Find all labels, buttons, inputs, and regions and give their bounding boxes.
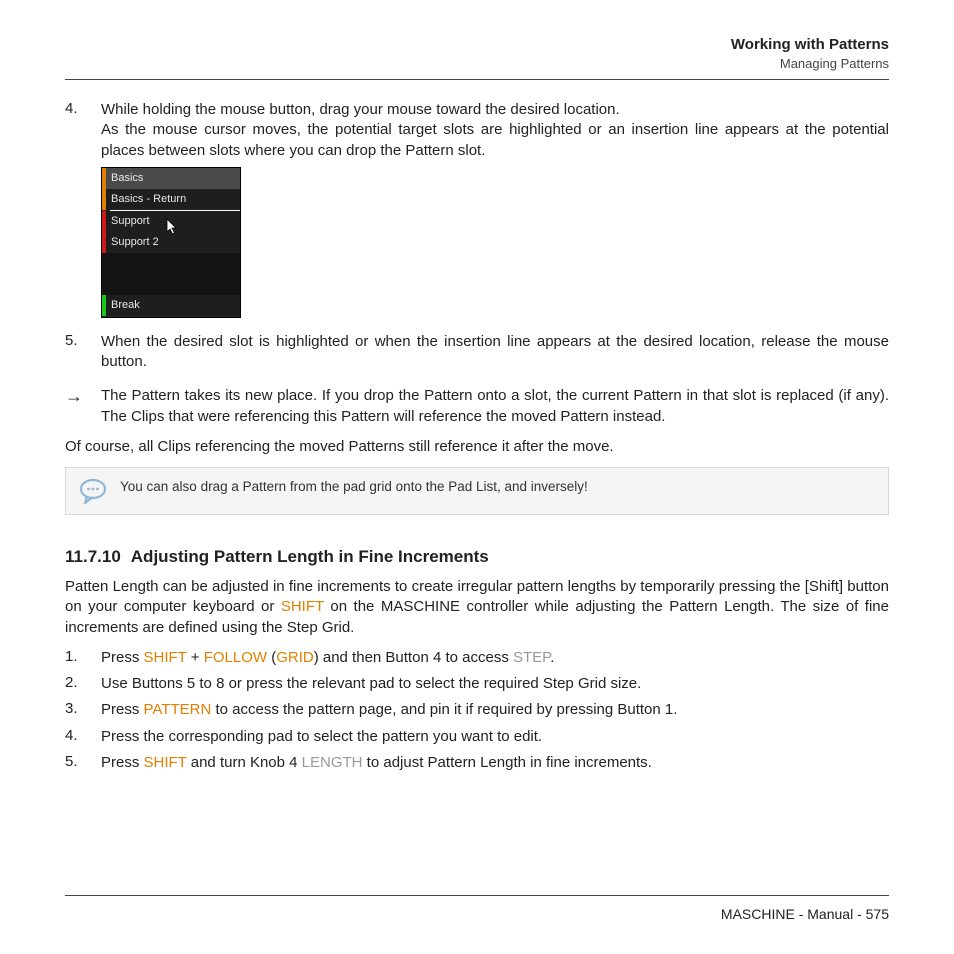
hw-button-grid: GRID [276,649,314,666]
instruction-1: 1. Press SHIFT + FOLLOW (GRID) and then … [65,648,889,668]
display-label-length: LENGTH [302,754,363,771]
text: and turn Knob 4 [187,754,302,771]
instruction-4: 4. Press the corresponding pad to select… [65,727,889,747]
result-text: The Pattern takes its new place. If you … [101,386,889,427]
empty-slot [102,253,240,274]
text: to adjust Pattern Length in fine increme… [363,754,652,771]
step-number: 5. [65,753,101,773]
sentence: While holding the mouse button, drag you… [101,101,620,118]
hw-button-follow: FOLLOW [204,649,267,666]
pattern-slot: Break [102,295,240,316]
slot-label: Support [106,215,150,227]
step-text: Press PATTERN to access the pattern page… [101,700,889,720]
footer-page-number: 575 [866,906,889,922]
footer-doc-type: Manual [807,906,853,922]
footer-product: MASCHINE [721,906,795,922]
slot-label: Basics - Return [106,193,186,205]
section-heading: 11.7.10 Adjusting Pattern Length in Fine… [65,547,889,567]
section-intro: Patten Length can be adjusted in fine in… [65,577,889,638]
header-chapter-title: Working with Patterns [65,36,889,53]
tip-box: You can also drag a Pattern from the pad… [65,467,889,515]
step-text: When the desired slot is highlighted or … [101,332,889,373]
sentence: As the mouse cursor moves, the potential… [101,121,889,158]
step-number: 2. [65,674,101,694]
text: ( [267,649,276,666]
header-section-title: Managing Patterns [65,56,889,71]
pattern-slot: Basics - Return [102,189,240,210]
text: Press [101,754,144,771]
text: Press [101,701,144,718]
result-row: → The Pattern takes its new place. If yo… [65,386,889,427]
slot-label: Support 2 [106,236,159,248]
step-text: Press the corresponding pad to select th… [101,727,889,747]
step-number: 3. [65,700,101,720]
step-text: While holding the mouse button, drag you… [101,100,889,161]
speech-bubble-icon [78,478,108,504]
step-5: 5. When the desired slot is highlighted … [65,332,889,373]
step-number: 1. [65,648,101,668]
step-text: Use Buttons 5 to 8 or press the relevant… [101,674,889,694]
text: to access the pattern page, and pin it i… [211,701,677,718]
section-title: Adjusting Pattern Length in Fine Increme… [131,547,489,567]
empty-slot [102,274,240,295]
hw-button-shift: SHIFT [281,598,324,615]
display-label-step: STEP [513,649,550,666]
text: ) and then Button 4 to access [314,649,513,666]
instruction-2: 2. Use Buttons 5 to 8 or press the relev… [65,674,889,694]
page-footer: MASCHINE - Manual - 575 [65,895,889,922]
page-header: Working with Patterns Managing Patterns [65,36,889,80]
step-text: Press SHIFT + FOLLOW (GRID) and then But… [101,648,889,668]
text: Press [101,649,144,666]
instruction-5: 5. Press SHIFT and turn Knob 4 LENGTH to… [65,753,889,773]
cursor-icon [166,218,180,240]
slot-label: Break [106,299,140,311]
section-number: 11.7.10 [65,547,121,567]
pattern-slot: Basics [102,168,240,189]
step-number: 4. [65,727,101,747]
tip-text: You can also drag a Pattern from the pad… [120,478,588,496]
step-4: 4. While holding the mouse button, drag … [65,100,889,161]
step-number: 4. [65,100,101,161]
step-number: 5. [65,332,101,373]
hw-button-pattern: PATTERN [144,701,212,718]
step-text: Press SHIFT and turn Knob 4 LENGTH to ad… [101,753,889,773]
hw-button-shift: SHIFT [144,754,187,771]
slot-label: Basics [106,172,143,184]
pattern-list-screenshot: Basics Basics - Return Support Support 2… [101,167,241,318]
arrow-icon: → [65,386,101,427]
text: . [550,649,554,666]
hw-button-shift: SHIFT [144,649,187,666]
instruction-3: 3. Press PATTERN to access the pattern p… [65,700,889,720]
paragraph: Of course, all Clips referencing the mov… [65,437,889,457]
text: + [187,649,204,666]
